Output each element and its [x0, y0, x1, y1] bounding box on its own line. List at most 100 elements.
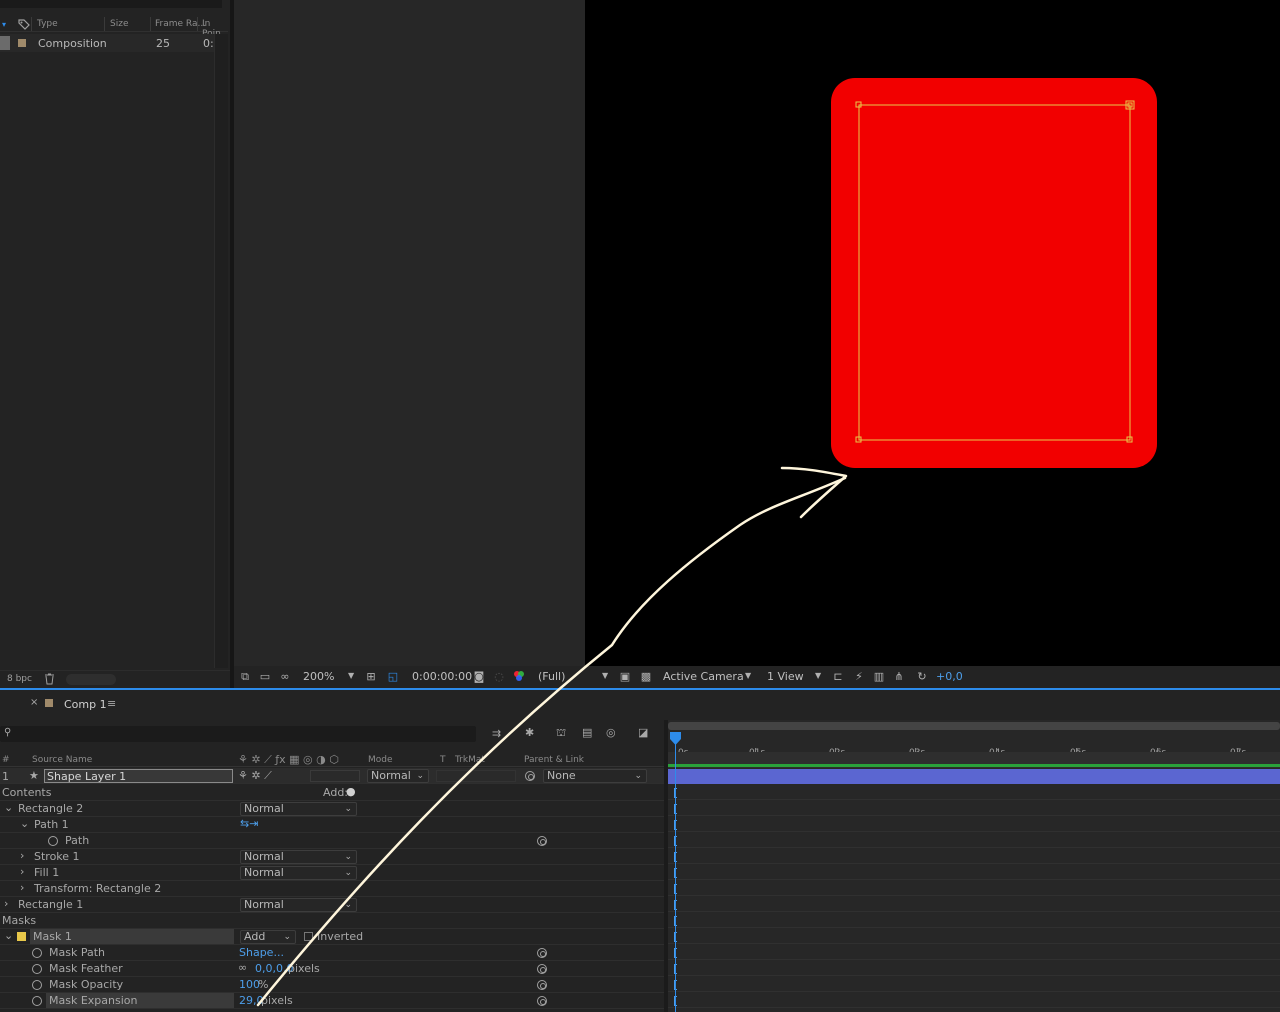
motion-blur-icon[interactable]: ◎: [606, 726, 616, 739]
stopwatch-icon[interactable]: [48, 836, 58, 846]
comp-mini-flowchart-icon[interactable]: ⇉: [492, 727, 501, 740]
channel-rgb-icon[interactable]: [512, 670, 526, 684]
shy-layers-icon[interactable]: ⛫: [556, 726, 566, 741]
chevron-down-icon[interactable]: ⌄: [4, 801, 13, 814]
pickwhip-icon[interactable]: [537, 964, 547, 974]
monitor-icon[interactable]: ▭: [258, 670, 272, 684]
show-snapshot-icon[interactable]: ◌: [492, 670, 506, 684]
graph-editor-icon[interactable]: ◪: [638, 726, 648, 739]
path-1-row[interactable]: ⌄ Path 1 ⇆⇥: [0, 817, 664, 833]
red-rectangle-shape[interactable]: [831, 78, 1157, 468]
stroke-1-mode-dropdown[interactable]: Normal ⌄: [240, 850, 357, 864]
layer-duration-bar[interactable]: [668, 769, 1280, 784]
exposure-value[interactable]: +0,0: [936, 670, 963, 683]
layer-row-shape-layer-1[interactable]: 1 ★ Shape Layer 1 ⚘ ✲ ⟋ Normal ⌄ None ⌄: [0, 768, 664, 784]
parent-dropdown[interactable]: None ⌄: [543, 769, 647, 783]
toggle-transparency-icon[interactable]: ▩: [639, 670, 653, 684]
pickwhip-icon[interactable]: [525, 771, 535, 781]
close-tab-icon[interactable]: ×: [30, 697, 38, 708]
zoom-dropdown[interactable]: 200%: [303, 670, 334, 683]
link-icon[interactable]: ∞: [238, 961, 247, 974]
mask-feather-row[interactable]: Mask Feather ∞ 0,0,0,0 pixels: [0, 961, 664, 977]
camera-dropdown[interactable]: Active Camera: [663, 670, 744, 683]
project-item-composition[interactable]: Composition 25 0:: [0, 34, 228, 52]
stopwatch-icon[interactable]: [32, 996, 42, 1006]
pickwhip-icon[interactable]: [537, 836, 547, 846]
column-source-name[interactable]: Source Name: [32, 755, 92, 765]
path-direction-icons[interactable]: ⇆⇥: [240, 817, 258, 830]
mask-color-swatch[interactable]: [17, 932, 26, 941]
stroke-1-row[interactable]: › Stroke 1 Normal ⌄: [0, 849, 664, 865]
fast-previews-icon[interactable]: ⚡: [852, 670, 866, 684]
timeline-icon[interactable]: ▥: [872, 670, 886, 684]
timeline-search-input[interactable]: ⚲: [0, 726, 476, 742]
chevron-down-icon[interactable]: ⌄: [4, 929, 13, 942]
chevron-right-icon[interactable]: ›: [4, 897, 8, 910]
sort-chevron-icon[interactable]: ▾: [2, 20, 6, 29]
pickwhip-icon[interactable]: [537, 980, 547, 990]
bit-depth-button[interactable]: 8 bpc: [7, 674, 32, 684]
flowchart-icon[interactable]: ⋔: [892, 670, 906, 684]
work-area-bar[interactable]: [668, 722, 1280, 730]
fill-1-row[interactable]: › Fill 1 Normal ⌄: [0, 865, 664, 881]
frame-blending-icon[interactable]: ▤: [582, 726, 592, 739]
mask-1-row[interactable]: ⌄ Mask 1 Add ⌄ Inverted: [0, 929, 664, 945]
target-region-icon[interactable]: ▣: [618, 670, 632, 684]
add-play-icon[interactable]: ●: [346, 785, 356, 798]
transparency-grid-icon[interactable]: ◱: [386, 670, 400, 684]
column-track-matte[interactable]: TrkMat: [455, 755, 485, 765]
pixel-aspect-icon[interactable]: ⊏: [831, 670, 845, 684]
mask-expansion-value[interactable]: 29,0: [239, 994, 264, 1007]
playhead-icon[interactable]: [668, 732, 684, 746]
inverted-checkbox[interactable]: [304, 932, 313, 941]
mask-path-value[interactable]: Shape...: [239, 946, 284, 959]
mask-visibility-icon[interactable]: ∞: [278, 670, 292, 684]
resolution-dropdown[interactable]: (Full): [538, 670, 565, 683]
current-time-display[interactable]: 0:00:00:00: [412, 670, 472, 683]
time-ruler[interactable]: 0s 01s 02s 03s 04s 05s 06s 07s: [668, 732, 1280, 758]
transform-rectangle-2-row[interactable]: › Transform: Rectangle 2: [0, 881, 664, 897]
chevron-down-icon[interactable]: ⌄: [20, 817, 29, 830]
path-row[interactable]: Path: [0, 833, 664, 849]
masks-row[interactable]: Masks: [0, 913, 664, 929]
mask-opacity-value[interactable]: 100: [239, 978, 260, 991]
fill-1-mode-dropdown[interactable]: Normal ⌄: [240, 866, 357, 880]
rectangle-1-row[interactable]: › Rectangle 1 Normal ⌄: [0, 897, 664, 913]
timeline-graph[interactable]: 0s 01s 02s 03s 04s 05s 06s 07s: [668, 720, 1280, 1012]
chevron-right-icon[interactable]: ›: [20, 881, 24, 894]
region-of-interest-icon[interactable]: ⊞: [364, 670, 378, 684]
switch-icons[interactable]: ⚘ ✲ ⟋: [238, 769, 272, 783]
rectangle-2-mode-dropdown[interactable]: Normal ⌄: [240, 802, 357, 816]
pickwhip-icon[interactable]: [537, 996, 547, 1006]
stopwatch-icon[interactable]: [32, 980, 42, 990]
thumbnail-size-slider[interactable]: [66, 674, 116, 685]
column-size[interactable]: Size: [110, 19, 128, 29]
comp-tab[interactable]: Comp 1: [64, 698, 107, 711]
chevron-right-icon[interactable]: ›: [20, 865, 24, 878]
column-frame-rate[interactable]: Frame Ra...: [155, 19, 206, 29]
mask-mode-dropdown[interactable]: Add ⌄: [240, 930, 296, 944]
label-tag-icon[interactable]: [18, 19, 30, 33]
mask-expansion-row[interactable]: Mask Expansion 29,0 pixels: [0, 993, 664, 1009]
mask-path-row[interactable]: Mask Path Shape...: [0, 945, 664, 961]
snapshot-camera-icon[interactable]: ◙: [472, 670, 486, 684]
view-layout-dropdown[interactable]: 1 View: [767, 670, 804, 683]
contents-row[interactable]: Contents Add: ●: [0, 785, 664, 801]
project-scrollbar[interactable]: [214, 34, 228, 668]
mask-opacity-row[interactable]: Mask Opacity 100 %: [0, 977, 664, 993]
project-search-bar[interactable]: [0, 0, 222, 8]
rectangle-2-row[interactable]: ⌄ Rectangle 2 Normal ⌄: [0, 801, 664, 817]
always-preview-icon[interactable]: ⧉: [238, 670, 252, 684]
stopwatch-icon[interactable]: [32, 948, 42, 958]
chevron-right-icon[interactable]: ›: [20, 849, 24, 862]
layer-mode-dropdown[interactable]: Normal ⌄: [367, 769, 429, 783]
draft-3d-icon[interactable]: ✱: [525, 726, 534, 739]
column-type[interactable]: Type: [37, 19, 58, 29]
column-mode[interactable]: Mode: [368, 755, 393, 765]
column-parent-link[interactable]: Parent & Link: [524, 755, 584, 765]
layer-name-field[interactable]: Shape Layer 1: [44, 769, 233, 783]
composition-viewer[interactable]: [585, 0, 1280, 666]
pickwhip-icon[interactable]: [537, 948, 547, 958]
reset-exposure-icon[interactable]: ↻: [915, 670, 929, 684]
stopwatch-icon[interactable]: [32, 964, 42, 974]
